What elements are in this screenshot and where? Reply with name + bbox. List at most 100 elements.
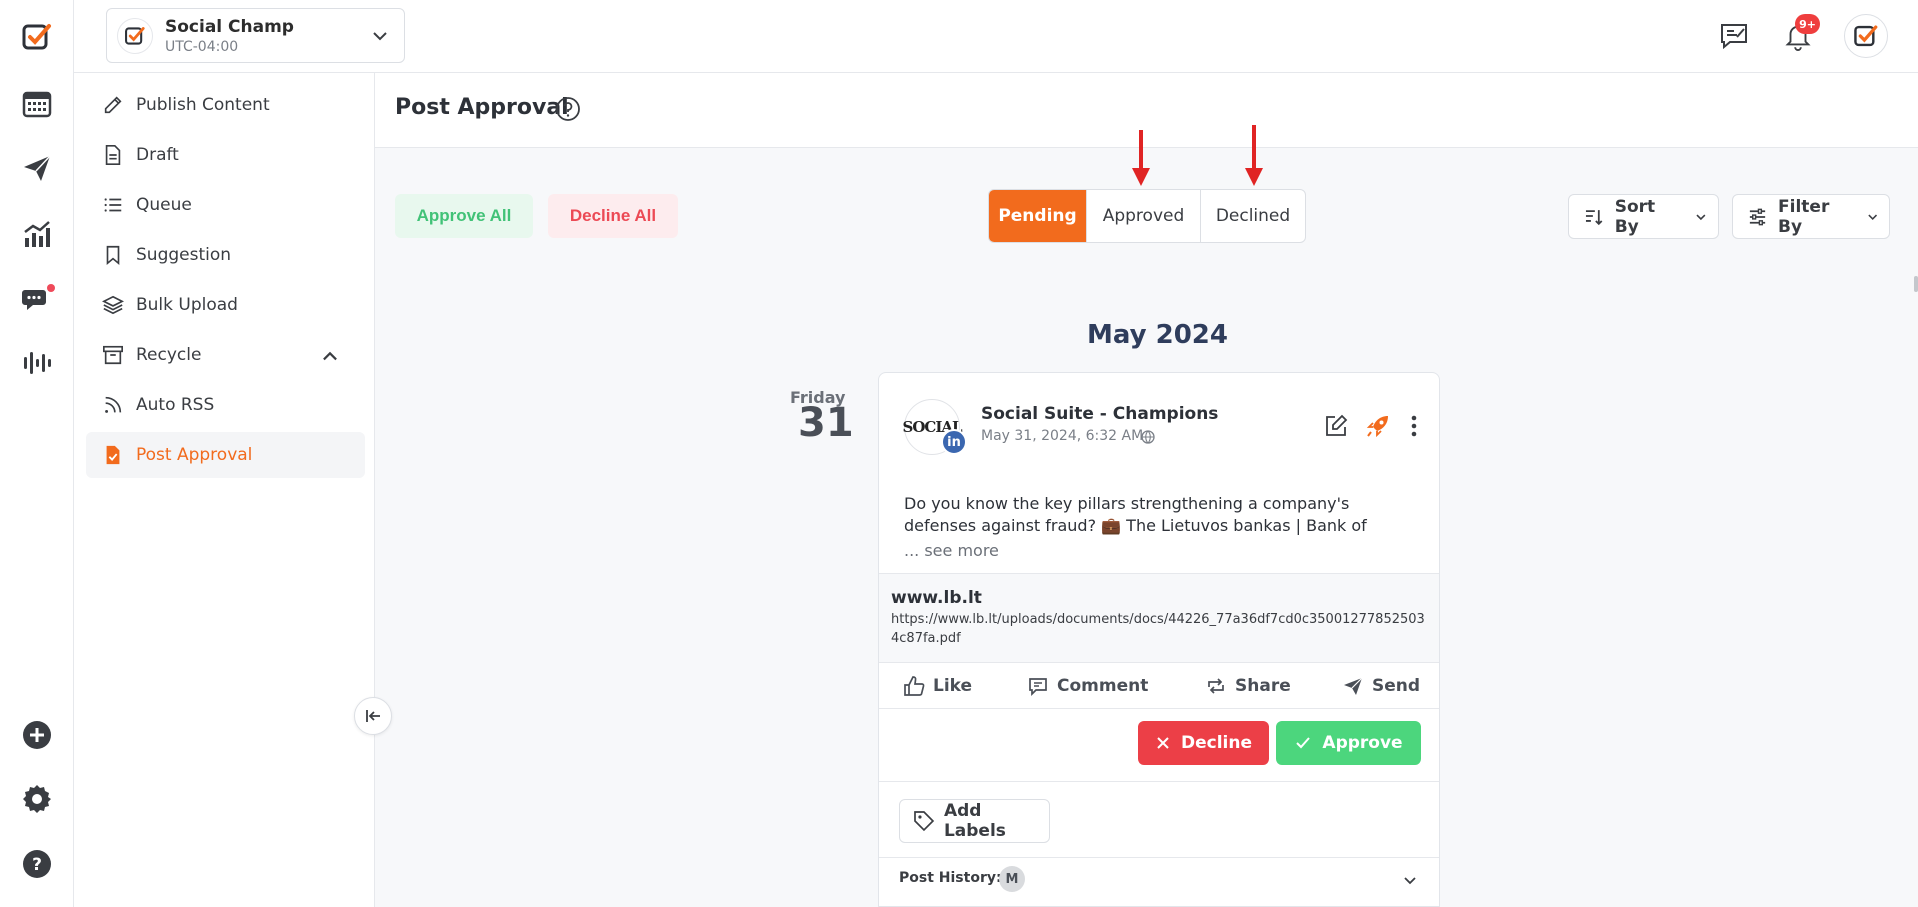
sidebar-item-label: Recycle [136, 345, 202, 365]
user-avatar[interactable] [1844, 14, 1888, 58]
archive-icon [103, 345, 123, 365]
page-title: Post Approval [395, 95, 569, 120]
filter-sliders-icon [1749, 208, 1766, 225]
help-icon[interactable]: ? [17, 844, 57, 884]
top-bar: Social Champ UTC-04:00 9+ [74, 0, 1918, 73]
close-icon [1157, 737, 1169, 749]
repost-icon [1208, 678, 1224, 694]
see-more-link[interactable]: ... see more [904, 541, 999, 560]
sidebar-item-label: Auto RSS [136, 395, 215, 415]
approve-button[interactable]: Approve [1276, 721, 1421, 765]
approve-label: Approve [1322, 733, 1403, 753]
share-label: Share [1235, 676, 1291, 696]
chevron-down-icon[interactable] [1401, 871, 1419, 889]
like-button[interactable]: Like [903, 675, 972, 697]
approve-all-button[interactable]: Approve All [395, 194, 533, 238]
day-number: 31 [798, 400, 854, 446]
collapse-arrow-icon [366, 710, 380, 722]
bookmark-icon [106, 245, 120, 266]
post-actions: Like Comment Share Send [879, 663, 1439, 709]
like-label: Like [933, 676, 973, 696]
thumbs-up-icon [904, 676, 925, 696]
sidebar-item-draft[interactable]: Draft [86, 132, 365, 178]
annotation-arrow-icon [1245, 125, 1263, 186]
tab-pending[interactable]: Pending [989, 190, 1087, 242]
decline-button[interactable]: Decline [1138, 721, 1269, 765]
send-icon[interactable] [17, 148, 57, 188]
sidebar-item-bulk-upload[interactable]: Bulk Upload [86, 282, 365, 328]
more-vertical-icon[interactable] [1401, 413, 1427, 439]
sidebar-item-label: Draft [136, 145, 179, 165]
sidebar-item-label: Post Approval [136, 445, 253, 465]
document-icon [105, 145, 121, 165]
profile-logo-icon [1854, 25, 1878, 47]
chevron-down-icon [1696, 213, 1706, 220]
post-date: May 31, 2024, 6:32 AM [981, 428, 1144, 444]
scrollbar[interactable] [1914, 276, 1918, 292]
workspace-name: Social Champ [165, 16, 294, 37]
layers-icon [102, 295, 124, 315]
comment-icon [1029, 678, 1047, 697]
boost-rocket-icon[interactable] [1365, 413, 1391, 439]
send-button[interactable]: Send [1342, 675, 1420, 697]
social-champ-logo-icon[interactable] [17, 17, 57, 57]
link-url: https://www.lb.lt/uploads/documents/docs… [891, 612, 1425, 646]
icon-rail: ? [0, 0, 74, 907]
audio-waveform-icon[interactable] [17, 343, 57, 383]
post-card: SOCIAL in Social Suite - Champions May 3… [878, 372, 1440, 907]
annotation-arrow-icon [1132, 130, 1150, 186]
feedback-icon[interactable] [1712, 14, 1756, 58]
settings-gear-icon[interactable] [17, 779, 57, 819]
status-tabs: Pending Approved Declined [988, 189, 1306, 243]
history-user-avatar: M [999, 866, 1025, 892]
add-icon[interactable] [17, 715, 57, 755]
notifications-bell-icon[interactable]: 9+ [1776, 14, 1820, 58]
sidebar-item-queue[interactable]: Queue [86, 182, 365, 228]
sidebar-item-auto-rss[interactable]: Auto RSS [86, 382, 365, 428]
add-labels-button[interactable]: Add Labels [899, 799, 1050, 843]
decline-all-button[interactable]: Decline All [548, 194, 678, 238]
post-text: Do you know the key pillars strengthenin… [904, 494, 1367, 535]
comment-label: Comment [1057, 676, 1149, 696]
workspace-selector[interactable]: Social Champ UTC-04:00 [106, 8, 405, 63]
linkedin-icon: in [941, 429, 967, 455]
filter-by-dropdown[interactable]: Filter By [1732, 194, 1890, 239]
workspace-logo-icon [117, 17, 153, 54]
sidebar-item-post-approval[interactable]: Post Approval [86, 432, 365, 478]
divider [879, 857, 1439, 858]
inbox-chat-icon[interactable] [17, 280, 57, 320]
send-label: Send [1372, 676, 1421, 696]
share-button[interactable]: Share [1205, 675, 1291, 697]
list-icon [104, 198, 122, 212]
workspace-timezone: UTC-04:00 [165, 38, 239, 55]
collapse-sidebar-button[interactable] [354, 697, 392, 735]
tab-declined[interactable]: Declined [1201, 190, 1305, 242]
account-name: Social Suite - Champions [981, 404, 1219, 424]
sort-by-dropdown[interactable]: Sort By [1568, 194, 1719, 239]
comment-button[interactable]: Comment [1027, 675, 1148, 697]
link-domain: www.lb.lt [891, 588, 982, 608]
sort-by-label: Sort By [1614, 196, 1656, 237]
sidebar-item-publish-content[interactable]: Publish Content [86, 82, 365, 128]
chevron-up-icon[interactable] [319, 346, 341, 368]
post-history-label: Post History: [899, 870, 1002, 886]
tag-icon [914, 811, 935, 832]
paper-plane-icon [1344, 677, 1363, 695]
edit-icon[interactable] [1323, 413, 1349, 439]
link-preview[interactable]: www.lb.lt https://www.lb.lt/uploads/docu… [879, 573, 1439, 663]
post-approval-icon [106, 445, 120, 465]
sidebar: Publish Content Draft Queue Suggestion B… [74, 73, 375, 907]
analytics-icon[interactable] [17, 214, 57, 254]
decline-label: Decline [1180, 733, 1252, 753]
month-heading: May 2024 [1087, 320, 1228, 350]
add-labels-label: Add Labels [943, 801, 1006, 841]
tab-approved[interactable]: Approved [1087, 190, 1201, 242]
chevron-down-icon [1867, 214, 1877, 220]
calendar-icon[interactable] [17, 83, 57, 123]
question-circle-icon[interactable] [555, 96, 581, 122]
sidebar-item-recycle[interactable]: Recycle [86, 332, 365, 378]
sidebar-item-suggestion[interactable]: Suggestion [86, 232, 365, 278]
pencil-icon [104, 96, 122, 114]
sort-icon [1585, 209, 1603, 225]
sidebar-item-label: Suggestion [136, 245, 232, 265]
